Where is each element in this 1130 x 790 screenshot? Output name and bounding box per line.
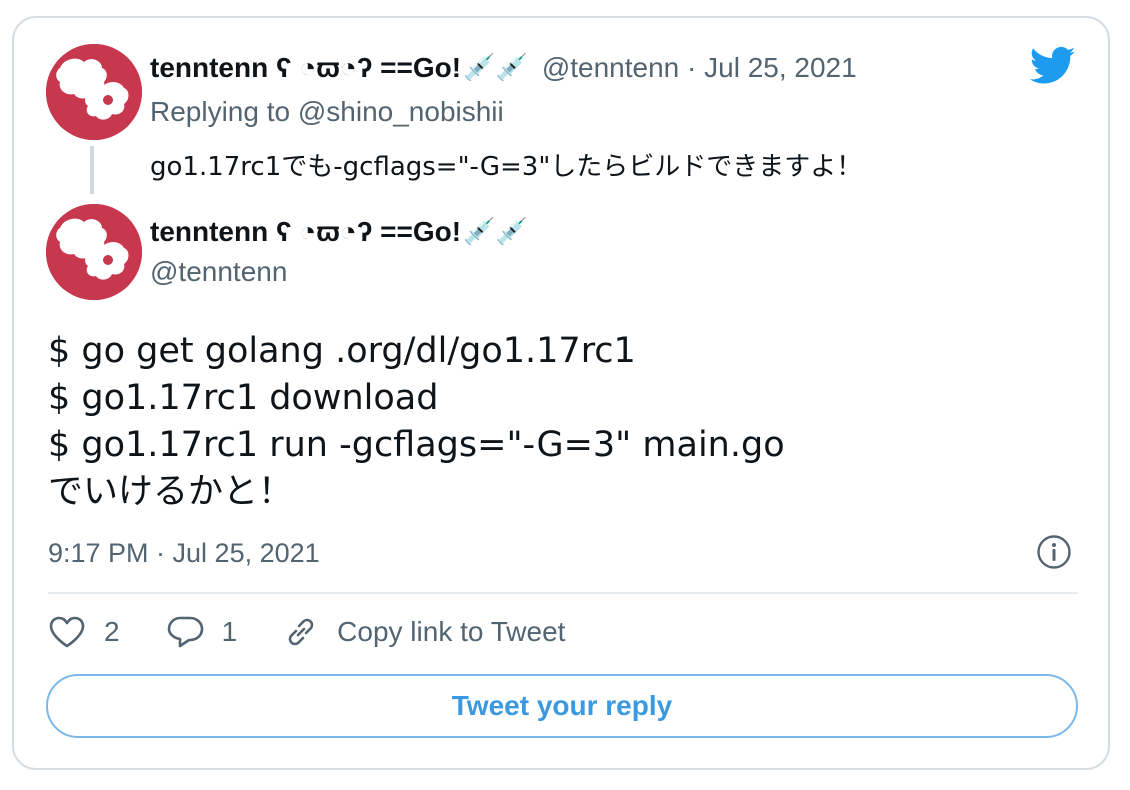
main-handle[interactable]: @tenntenn: [150, 256, 287, 288]
parent-tweet-text: go1.17rc1でも-gcflags="-G=3"したらビルドできますよ！: [150, 152, 863, 182]
twitter-bird-icon[interactable]: [1030, 46, 1076, 86]
copy-link-button[interactable]: Copy link to Tweet: [283, 614, 565, 650]
syringe-emoji: 💉💉: [463, 217, 528, 247]
info-icon[interactable]: [1036, 534, 1072, 570]
parent-display-name[interactable]: tenntenn ʕ ◔ϖ◔ʔ ==Go!: [150, 52, 461, 84]
action-bar: 2 1 Copy link to Tweet: [48, 614, 611, 650]
syringe-emoji: 💉💉: [463, 53, 528, 83]
like-count: 2: [104, 616, 120, 647]
divider: [48, 592, 1078, 594]
reply-button[interactable]: 1: [166, 615, 238, 649]
avatar[interactable]: [46, 44, 142, 140]
main-display-name[interactable]: tenntenn ʕ ◔ϖ◔ʔ ==Go!: [150, 216, 461, 248]
parent-name-row: tenntenn ʕ ◔ϖ◔ʔ ==Go! 💉💉 @tenntenn · Jul…: [150, 52, 857, 84]
heart-icon: [49, 616, 85, 648]
parent-handle-date[interactable]: @tenntenn · Jul 25, 2021: [542, 52, 857, 84]
main-name-row: tenntenn ʕ ◔ϖ◔ʔ ==Go! 💉💉: [150, 216, 528, 248]
link-icon: [288, 618, 314, 646]
reply-count: 1: [221, 616, 238, 647]
avatar[interactable]: [46, 204, 142, 300]
like-button[interactable]: 2: [48, 615, 120, 649]
thread-line: [90, 146, 94, 194]
copy-link-label: Copy link to Tweet: [337, 616, 566, 647]
tweet-body: $ go get golang .org/dl/go1.17rc1 $ go1.…: [48, 331, 785, 512]
reply-icon: [167, 616, 203, 648]
tweet-your-reply-button[interactable]: Tweet your reply: [46, 674, 1078, 738]
tweet-timestamp[interactable]: 9:17 PM · Jul 25, 2021: [48, 538, 320, 569]
replying-to[interactable]: Replying to @shino_nobishii: [150, 96, 504, 128]
